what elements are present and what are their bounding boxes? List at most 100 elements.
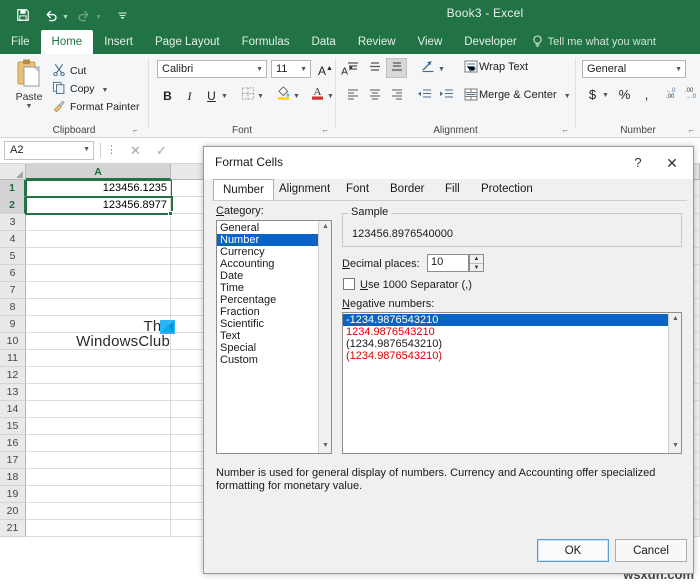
category-item-special[interactable]: Special [217, 342, 331, 354]
decrease-indent-button[interactable] [414, 86, 435, 106]
tab-file[interactable]: File [0, 30, 41, 54]
tell-me-box[interactable]: Tell me what you want [528, 30, 660, 54]
cell-a21[interactable] [26, 520, 171, 537]
scroll-down-icon[interactable]: ▼ [669, 440, 682, 453]
tab-review[interactable]: Review [347, 30, 407, 54]
italic-button[interactable]: I [179, 86, 200, 106]
font-color-button[interactable]: A [307, 84, 328, 104]
currency-dropdown-caret[interactable]: ▼ [602, 92, 609, 99]
row-header-11[interactable]: 11 [0, 350, 26, 367]
copy-dropdown-caret[interactable]: ▼ [101, 87, 108, 94]
ok-button[interactable]: OK [537, 539, 609, 562]
decimal-places-spinner[interactable]: ▲ ▼ [469, 254, 484, 272]
percent-format-button[interactable]: % [614, 85, 635, 105]
row-header-17[interactable]: 17 [0, 452, 26, 469]
cell-a20[interactable] [26, 503, 171, 520]
row-header-21[interactable]: 21 [0, 520, 26, 537]
copy-button[interactable]: Copy ▼ [52, 81, 108, 98]
negative-numbers-listbox[interactable]: -1234.9876543210 1234.9876543210 (1234.9… [342, 312, 682, 454]
row-header-5[interactable]: 5 [0, 248, 26, 265]
chevron-down-icon[interactable]: ▼ [83, 146, 90, 153]
row-header-1[interactable]: 1 [0, 180, 26, 197]
tab-home[interactable]: Home [41, 30, 94, 54]
dialog-tab-alignment[interactable]: Alignment [270, 179, 339, 201]
cell-a4[interactable] [26, 231, 171, 248]
cell-a19[interactable] [26, 486, 171, 503]
bold-button[interactable]: B [157, 86, 178, 106]
cell-a16[interactable] [26, 435, 171, 452]
cell-a2[interactable]: 123456.8977 [26, 197, 171, 214]
number-format-combo[interactable]: General ▼ [582, 60, 686, 78]
cell-a18[interactable] [26, 469, 171, 486]
spinner-down-icon[interactable]: ▼ [470, 263, 483, 271]
row-header-2[interactable]: 2 [0, 197, 26, 214]
cell-a8[interactable] [26, 299, 171, 316]
dialog-tab-protection[interactable]: Protection [472, 179, 542, 201]
category-item-custom[interactable]: Custom [217, 354, 331, 366]
cancel-button[interactable]: Cancel [615, 539, 687, 562]
increase-font-size-button[interactable]: A▲ [315, 59, 336, 79]
category-listbox[interactable]: General Number Currency Accounting Date … [216, 220, 332, 454]
dialog-tab-font[interactable]: Font [337, 179, 378, 201]
align-center-button[interactable] [364, 86, 385, 106]
row-header-12[interactable]: 12 [0, 367, 26, 384]
align-top-button[interactable] [342, 59, 363, 79]
font-dialog-launcher[interactable]: ⌐ [323, 126, 332, 135]
align-right-button[interactable] [386, 86, 407, 106]
cell-a7[interactable] [26, 282, 171, 299]
paste-button[interactable]: Paste ▼ [8, 58, 50, 110]
orientation-dropdown-caret[interactable]: ▼ [438, 66, 445, 73]
fill-color-button[interactable] [273, 84, 294, 104]
dialog-tab-fill[interactable]: Fill [436, 179, 469, 201]
paste-dropdown-caret[interactable]: ▼ [8, 103, 50, 110]
cell-a13[interactable] [26, 384, 171, 401]
category-item-scientific[interactable]: Scientific [217, 318, 331, 330]
close-icon[interactable]: ✕ [659, 153, 685, 173]
category-item-general[interactable]: General [217, 222, 331, 234]
tab-view[interactable]: View [407, 30, 454, 54]
row-header-6[interactable]: 6 [0, 265, 26, 282]
underline-dropdown-caret[interactable]: ▼ [221, 93, 228, 100]
enter-icon[interactable]: ✓ [152, 142, 171, 159]
cell-a5[interactable] [26, 248, 171, 265]
borders-dropdown-caret[interactable]: ▼ [257, 93, 264, 100]
number-dialog-launcher[interactable]: ⌐ [689, 126, 698, 135]
orientation-button[interactable] [418, 59, 439, 79]
spinner-up-icon[interactable]: ▲ [470, 255, 483, 263]
cell-a15[interactable] [26, 418, 171, 435]
category-item-currency[interactable]: Currency [217, 246, 331, 258]
category-item-fraction[interactable]: Fraction [217, 306, 331, 318]
row-header-16[interactable]: 16 [0, 435, 26, 452]
decrease-decimal-button[interactable]: .00→.0 [680, 85, 700, 105]
increase-decimal-button[interactable]: ←0.00 [660, 85, 681, 105]
format-painter-button[interactable]: Format Painter [52, 99, 139, 116]
borders-button[interactable] [237, 86, 258, 106]
dialog-tab-border[interactable]: Border [381, 179, 434, 201]
scroll-down-icon[interactable]: ▼ [319, 440, 332, 453]
chevron-down-icon[interactable]: ▼ [256, 66, 263, 73]
category-item-number[interactable]: Number [217, 234, 331, 246]
category-item-text[interactable]: Text [217, 330, 331, 342]
clipboard-dialog-launcher[interactable]: ⌐ [133, 126, 142, 135]
row-header-19[interactable]: 19 [0, 486, 26, 503]
tab-insert[interactable]: Insert [93, 30, 144, 54]
align-middle-button[interactable] [364, 59, 385, 79]
tab-data[interactable]: Data [301, 30, 347, 54]
row-header-3[interactable]: 3 [0, 214, 26, 231]
cut-button[interactable]: Cut [52, 63, 86, 80]
chevron-down-icon[interactable]: ▼ [300, 66, 307, 73]
tab-formulas[interactable]: Formulas [231, 30, 301, 54]
row-header-4[interactable]: 4 [0, 231, 26, 248]
row-header-8[interactable]: 8 [0, 299, 26, 316]
merge-dropdown-caret[interactable]: ▼ [564, 93, 571, 100]
decimal-places-input[interactable]: 10 [427, 254, 469, 272]
alignment-dialog-launcher[interactable]: ⌐ [563, 126, 572, 135]
underline-button[interactable]: U [201, 86, 222, 106]
tab-developer[interactable]: Developer [453, 30, 527, 54]
use-1000-separator-checkbox[interactable] [343, 278, 355, 290]
negative-numbers-scrollbar[interactable]: ▲ ▼ [668, 313, 681, 453]
cell-a11[interactable] [26, 350, 171, 367]
cell-a14[interactable] [26, 401, 171, 418]
row-header-9[interactable]: 9 [0, 316, 26, 333]
scroll-up-icon[interactable]: ▲ [319, 221, 332, 234]
